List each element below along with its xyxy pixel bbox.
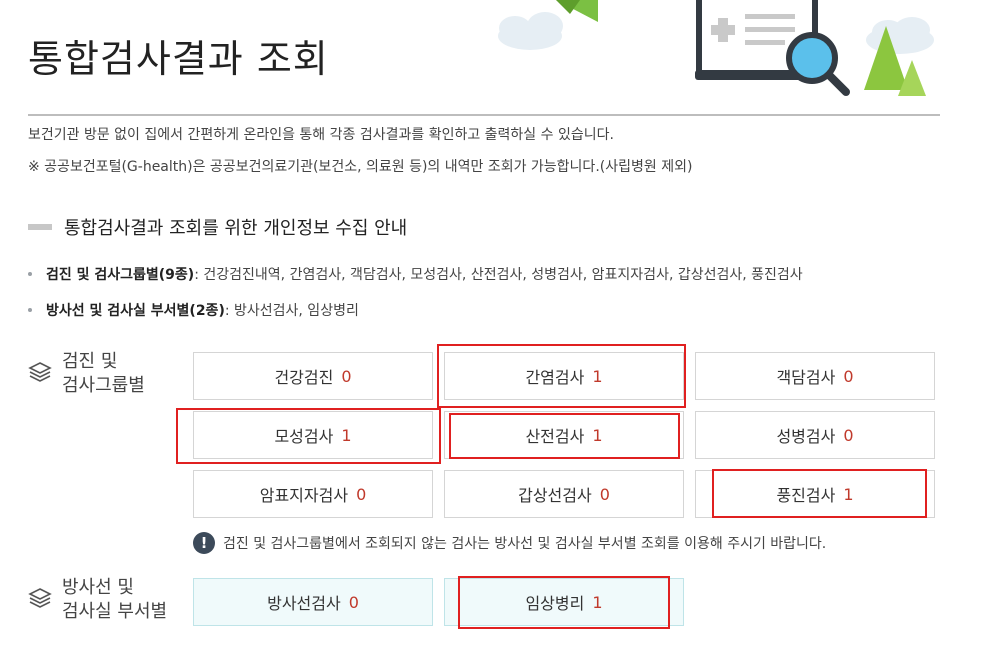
page-title: 통합검사결과 조회 [28,37,329,81]
tile-name: 성병검사 [776,427,836,446]
info-notice: ! 검진 및 검사그룹별에서 조회되지 않는 검사는 방사선 및 검사실 부서별… [193,532,826,554]
bullet-item: 검진 및 검사그룹별(9종) : 건강검진내역, 간염검사, 객담검사, 모성검… [28,264,803,284]
tile-name: 모성검사 [274,427,334,446]
title-divider [28,114,940,116]
tile-sputum-test[interactable]: 객담검사 0 [695,352,935,400]
tile-count: 0 [599,484,610,504]
tile-name: 풍진검사 [776,486,836,505]
cloud-icon [498,12,563,50]
bullet-item: 방사선 및 검사실 부서별(2종) : 방사선검사, 임상병리 [28,300,359,320]
bullet-text: : 방사선검사, 임상병리 [224,303,359,319]
tile-count: 1 [341,425,352,445]
tile-count: 1 [843,484,854,504]
tile-name: 간염검사 [525,368,585,387]
cloud-icon [866,17,934,54]
tile-thyroid-test[interactable]: 갑상선검사 0 [444,470,684,518]
tile-name: 암표지자검사 [259,486,349,505]
tile-count: 0 [843,366,854,386]
bullet-dot [28,272,32,276]
section-heading-text: 통합검사결과 조회를 위한 개인정보 수집 안내 [64,218,408,239]
group-label-line: 방사선 및 [62,577,134,598]
tile-prenatal-test[interactable]: 산전검사 1 [444,411,684,459]
tile-count: 0 [348,592,359,612]
tile-count: 1 [592,366,603,386]
group-label-checkup: 검진 및 검사그룹별 [28,350,145,398]
tile-name: 방사선검사 [267,594,341,613]
page-description: 보건기관 방문 없이 집에서 간편하게 온라인을 통해 각종 검사결과를 확인하… [28,127,614,143]
exclamation-circle-icon: ! [193,532,215,554]
section-heading: 통합검사결과 조회를 위한 개인정보 수집 안내 [28,214,407,240]
bullet-text: : 건강검진내역, 간염검사, 객담검사, 모성검사, 산전검사, 성병검사, … [194,267,803,283]
paper-plane-icon [556,0,598,22]
tile-clinical-pathology[interactable]: 임상병리 1 [444,578,684,626]
tile-rubella-test[interactable]: 풍진검사 1 [695,470,935,518]
tile-count: 1 [592,425,603,445]
layers-icon [28,362,52,382]
tile-count: 1 [592,592,603,612]
tile-health-checkup[interactable]: 건강검진 0 [193,352,433,400]
tile-count: 0 [356,484,367,504]
tile-maternal-test[interactable]: 모성검사 1 [193,411,433,459]
bullet-label: 검진 및 검사그룹별(9종) [46,267,195,283]
group-label-line: 검진 및 [62,351,118,372]
tile-name: 객담검사 [776,368,836,387]
group-label-radiology: 방사선 및 검사실 부서별 [28,576,167,624]
layers-icon [28,588,52,608]
tile-name: 건강검진 [274,368,334,387]
group-label-line: 검사그룹별 [62,375,145,396]
tile-radiology-test[interactable]: 방사선검사 0 [193,578,433,626]
group-label-line: 검사실 부서별 [62,601,168,622]
tile-name: 임상병리 [525,594,585,613]
page-notice-text: ※ 공공보건포털(G-health)은 공공보건의료기관(보건소, 의료원 등)… [28,159,693,175]
tile-hepatitis-test[interactable]: 간염검사 1 [444,352,684,400]
tile-name: 산전검사 [525,427,585,446]
tile-tumor-marker-test[interactable]: 암표지자검사 0 [193,470,433,518]
magnifier-icon [786,32,850,96]
tile-std-test[interactable]: 성병검사 0 [695,411,935,459]
tile-count: 0 [843,425,854,445]
bullet-dot [28,308,32,312]
tile-name: 갑상선검사 [518,486,592,505]
bullet-label: 방사선 및 검사실 부서별(2종) [46,303,225,319]
notice-text: 검진 및 검사그룹별에서 조회되지 않는 검사는 방사선 및 검사실 부서별 조… [223,536,827,552]
tile-count: 0 [341,366,352,386]
heading-bar [28,224,52,230]
